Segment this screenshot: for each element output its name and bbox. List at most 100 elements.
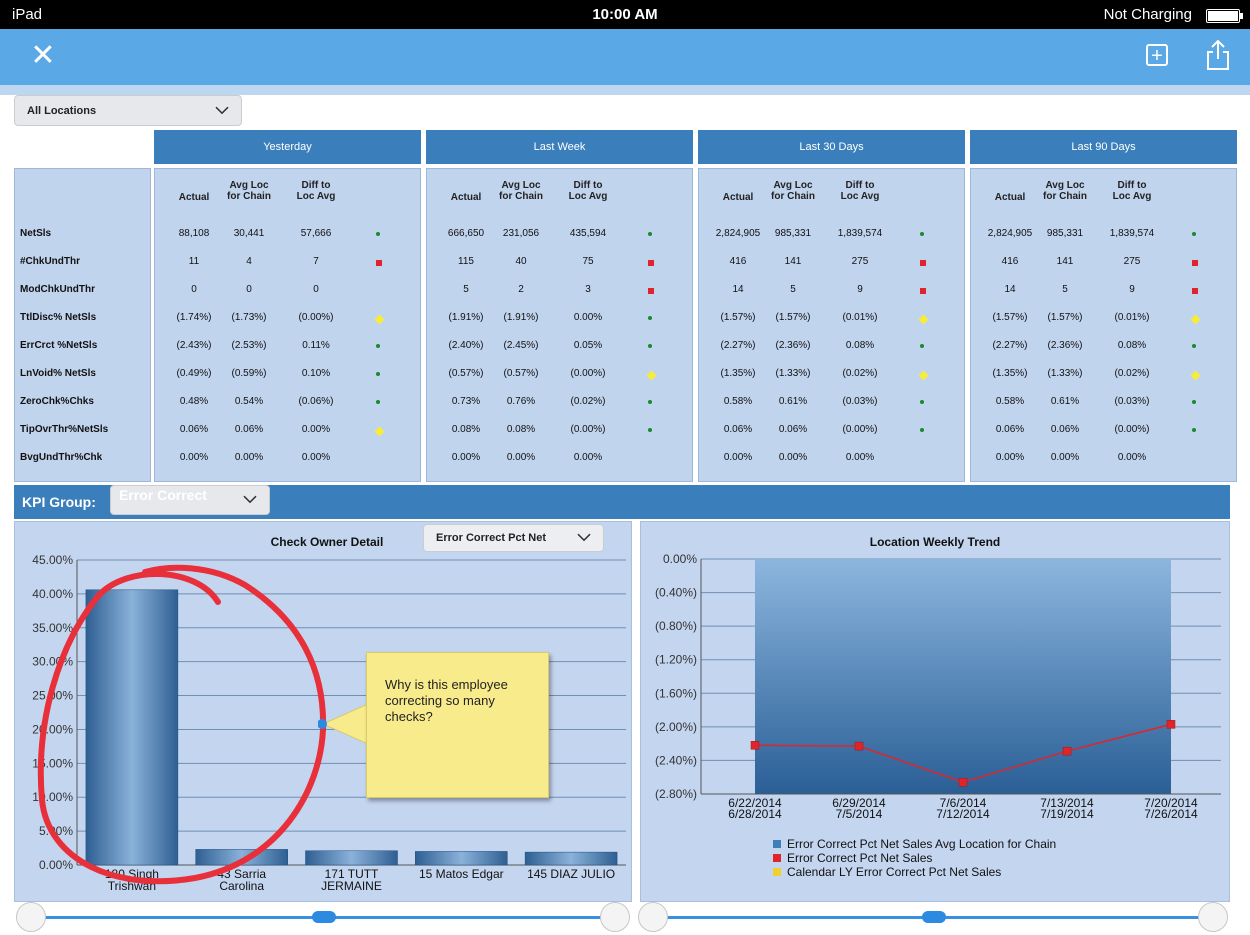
- kpi-value-diff: 9: [857, 284, 863, 295]
- kpi-value-actual: 0.06%: [995, 424, 1025, 435]
- add-icon[interactable]: +: [1146, 44, 1168, 66]
- x-tick-label: 145 DIAZ JULIO: [527, 867, 615, 881]
- legend-label: Error Correct Pct Net Sales Avg Location…: [787, 837, 1056, 851]
- kpi-value-avg: 5: [1062, 284, 1068, 295]
- status-indicator-green: [376, 344, 380, 348]
- kpi-value-diff: (0.02%): [1114, 368, 1150, 379]
- nav-bar: ✕ +: [0, 29, 1250, 85]
- kpi-value-actual: 0.08%: [451, 424, 481, 435]
- kpi-value-actual: 0.58%: [995, 396, 1025, 407]
- status-indicator-green: [376, 400, 380, 404]
- period-header[interactable]: Last Week: [426, 130, 693, 164]
- period-header[interactable]: Last 90 Days: [970, 130, 1237, 164]
- callout-text: Why is this employee correcting so many …: [385, 677, 508, 724]
- data-point: [750, 741, 760, 750]
- metric-dropdown[interactable]: Error Correct Pct Net: [423, 524, 604, 552]
- kpi-value-actual: 0.48%: [179, 396, 209, 407]
- kpi-value-actual: (1.35%): [992, 368, 1028, 379]
- chart-title: Check Owner Detail: [271, 535, 384, 549]
- kpi-value-diff: 1,839,574: [1109, 228, 1155, 239]
- range-slider-thumb[interactable]: [922, 911, 946, 923]
- kpi-value-diff: (0.00%): [298, 312, 334, 323]
- kpi-value-diff: 7: [313, 256, 319, 267]
- kpi-value-actual: 14: [1004, 284, 1016, 295]
- location-dropdown[interactable]: All Locations: [14, 95, 242, 126]
- status-bar: iPad 10:00 AM Not Charging: [0, 0, 1250, 29]
- kpi-value-actual: (1.91%): [448, 312, 484, 323]
- kpi-value-avg: 2: [518, 284, 524, 295]
- kpi-value-diff: (0.03%): [1114, 396, 1150, 407]
- row-label: LnVoid% NetSls: [20, 368, 96, 379]
- column-header-avg-loc: Avg Loc for Chain: [491, 180, 551, 202]
- period-header[interactable]: Last 30 Days: [698, 130, 965, 164]
- kpi-value-diff: 0.10%: [301, 368, 331, 379]
- kpi-value-actual: 0.06%: [179, 424, 209, 435]
- nav-divider: [0, 85, 1250, 95]
- kpi-value-avg: 141: [784, 256, 802, 267]
- column-header-text: Avg Loc: [1045, 180, 1085, 191]
- battery-status: Not Charging: [1103, 6, 1192, 23]
- status-indicator-green: [1192, 232, 1196, 236]
- kpi-value-avg: 0.76%: [506, 396, 536, 407]
- y-tick-label: (0.40%): [655, 586, 697, 600]
- kpi-value-actual: 0.73%: [451, 396, 481, 407]
- battery-icon: [1206, 9, 1243, 23]
- chevron-down-icon: [577, 533, 591, 542]
- kpi-value-actual: 0: [191, 284, 197, 295]
- share-icon[interactable]: [1205, 39, 1231, 71]
- kpi-group-dropdown[interactable]: Error Correct: [110, 485, 270, 515]
- column-header-text: Actual: [722, 192, 754, 203]
- column-header-text: Actual: [994, 192, 1026, 203]
- column-header-text: Diff to: [845, 180, 875, 191]
- annotation-callout: Why is this employee correcting so many …: [366, 652, 549, 798]
- close-icon[interactable]: ✕: [28, 41, 58, 71]
- period-header[interactable]: Yesterday: [154, 130, 421, 164]
- kpi-value-avg: 0.06%: [1050, 424, 1080, 435]
- data-point: [1062, 746, 1072, 756]
- column-header-text: Loc Avg: [568, 191, 608, 202]
- kpi-value-diff: 275: [851, 256, 869, 267]
- column-header-text: Loc Avg: [840, 191, 880, 202]
- kpi-value-diff: 9: [1129, 284, 1135, 295]
- column-header-diff: Diff to Loc Avg: [830, 180, 890, 202]
- column-header-text: Diff to: [301, 180, 331, 191]
- kpi-value-avg: (1.57%): [1047, 312, 1083, 323]
- y-tick-label: (2.80%): [655, 787, 697, 801]
- status-indicator-red: [1192, 260, 1198, 266]
- range-slider-right-handle[interactable]: [1198, 902, 1228, 932]
- kpi-value-actual: 0.00%: [179, 452, 209, 463]
- range-slider-thumb[interactable]: [312, 911, 336, 923]
- kpi-value-diff: 0.08%: [845, 340, 875, 351]
- range-slider-left-handle[interactable]: [638, 902, 668, 932]
- status-indicator-red: [648, 288, 654, 294]
- kpi-value-avg: 30,441: [233, 228, 265, 239]
- kpi-value-diff: 0.08%: [1117, 340, 1147, 351]
- status-indicator-green: [920, 428, 924, 432]
- kpi-value-avg: (1.91%): [503, 312, 539, 323]
- kpi-value-actual: 2,824,905: [987, 228, 1033, 239]
- kpi-value-actual: (2.43%): [176, 340, 212, 351]
- kpi-value-avg: 40: [515, 256, 527, 267]
- range-slider-left-handle[interactable]: [16, 902, 46, 932]
- column-header-text: for Chain: [227, 191, 271, 202]
- column-header-actual: Actual: [980, 192, 1040, 203]
- kpi-value-avg: 4: [246, 256, 252, 267]
- status-indicator-green: [648, 400, 652, 404]
- clock: 10:00 AM: [592, 6, 658, 23]
- kpi-value-avg: 5: [790, 284, 796, 295]
- annotation-circle: [37, 564, 327, 885]
- column-header-avg-loc: Avg Loc for Chain: [219, 180, 279, 202]
- column-header-text: Avg Loc: [501, 180, 541, 191]
- kpi-value-avg: (2.36%): [1047, 340, 1083, 351]
- bar: [524, 851, 618, 866]
- kpi-value-avg: 0.61%: [1050, 396, 1080, 407]
- column-header-text: for Chain: [771, 191, 815, 202]
- kpi-value-diff: 0.00%: [1117, 452, 1147, 463]
- kpi-value-diff: 3: [585, 284, 591, 295]
- range-slider-right-handle[interactable]: [600, 902, 630, 932]
- status-indicator-green: [648, 316, 652, 320]
- status-indicator-green: [376, 232, 380, 236]
- data-point: [958, 778, 968, 787]
- data-point: [854, 741, 864, 751]
- chart-title: Location Weekly Trend: [870, 535, 1000, 549]
